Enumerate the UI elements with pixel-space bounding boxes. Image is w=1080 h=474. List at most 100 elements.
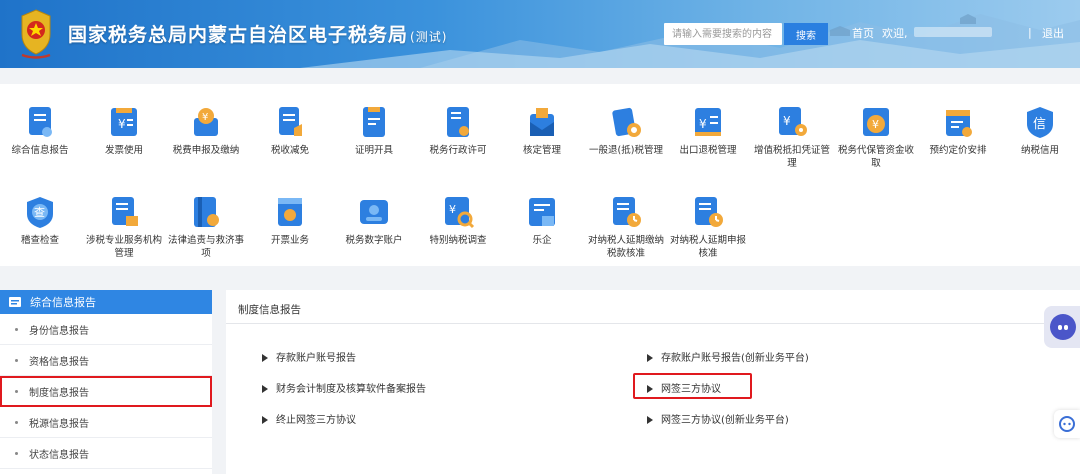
- link-label: 财务会计制度及核算软件备案报告: [276, 384, 426, 395]
- nav-item-label: 开票业务: [270, 235, 309, 246]
- nav-item-label: 乐企: [532, 235, 552, 246]
- service-icon-grid: 综合信息报告 ¥ 发票使用 ¥ 税费申报及缴纳 税收减免 证明开具 税务行政许可…: [0, 84, 1080, 266]
- site-title: 国家税务总局内蒙古自治区电子税务局 (测试): [68, 20, 447, 47]
- svg-text:¥: ¥: [872, 118, 879, 131]
- special-investigation-icon: ¥: [445, 197, 475, 229]
- license-icon: [447, 107, 469, 137]
- sidebar-item-tax-source-report[interactable]: 税源信息报告: [0, 407, 212, 438]
- nav-item-label: 涉税专业服务机构管理: [85, 235, 162, 259]
- nav-item-vat-deduction[interactable]: ¥ 增值税抵扣凭证管理: [752, 104, 832, 170]
- link-terminate-tripartite-agreement[interactable]: 终止网签三方协议: [262, 411, 356, 426]
- report-folder-icon: [9, 297, 21, 307]
- link-label: 终止网签三方协议: [276, 415, 356, 426]
- nav-item-label: 对纳税人延期申报核准: [669, 235, 746, 259]
- sidebar-item-qualification-report[interactable]: 资格信息报告: [0, 345, 212, 376]
- nav-item-label: 核定管理: [522, 145, 561, 156]
- nav-item-invoicing[interactable]: 开票业务: [250, 194, 330, 247]
- svg-text:¥: ¥: [699, 117, 707, 131]
- svg-text:信: 信: [1033, 117, 1046, 132]
- content-title: 制度信息报告: [238, 304, 301, 316]
- nav-item-label: 一般退(抵)税管理: [589, 145, 663, 156]
- nav-item-invoice[interactable]: ¥ 发票使用: [84, 104, 164, 157]
- help-button[interactable]: [1054, 410, 1080, 438]
- link-accounting-system-filing[interactable]: 财务会计制度及核算软件备案报告: [262, 380, 426, 395]
- nav-item-label: 税收减免: [270, 145, 309, 156]
- nav-item-custody-fund[interactable]: ¥ 税务代保管资金收取: [836, 104, 916, 170]
- agency-icon: [112, 197, 138, 226]
- svg-text:¥: ¥: [783, 114, 791, 128]
- svg-text:¥: ¥: [202, 112, 208, 123]
- sidebar: 综合信息报告 身份信息报告 资格信息报告 制度信息报告 税源信息报告 状态信息报…: [0, 290, 212, 474]
- nav-item-deferred-filing[interactable]: 对纳税人延期申报核准: [668, 194, 748, 260]
- vat-deduction-icon: ¥: [779, 107, 807, 136]
- credit-icon: 信: [1027, 107, 1053, 138]
- link-label: 存款账户账号报告(创新业务平台): [661, 353, 809, 364]
- nav-item-inspection[interactable]: 查 稽查检查: [0, 194, 80, 247]
- sidebar-heading[interactable]: 综合信息报告: [0, 290, 212, 314]
- inspection-icon: 查: [27, 197, 53, 228]
- header-separator: |: [1028, 26, 1032, 39]
- site-title-text: 国家税务总局内蒙古自治区电子税务局: [68, 24, 409, 46]
- assessment-icon: [530, 108, 554, 136]
- link-label: 存款账户账号报告: [276, 353, 356, 364]
- nav-item-deferred-payment[interactable]: 对纳税人延期缴纳税款核准: [586, 194, 666, 260]
- site-header: 国家税务总局内蒙古自治区电子税务局(测试) 搜索 首页 欢迎, | 退出: [0, 0, 1080, 68]
- invoicing-icon: [278, 198, 302, 226]
- sidebar-item-system-report[interactable]: 制度信息报告: [0, 376, 212, 407]
- nav-item-digital-account[interactable]: 税务数字账户: [334, 194, 414, 247]
- enterprise-icon: [529, 198, 555, 226]
- custody-fund-icon: ¥: [863, 108, 889, 136]
- nav-item-label: 出口退税管理: [679, 145, 737, 156]
- nav-item-label: 稽查检查: [20, 235, 59, 246]
- search-input[interactable]: [664, 23, 782, 45]
- nav-item-certificate[interactable]: 证明开具: [334, 104, 414, 157]
- welcome-text: 欢迎,: [882, 27, 908, 40]
- arrow-right-icon: [262, 416, 268, 424]
- nav-item-export-refund[interactable]: ¥ 出口退税管理: [668, 104, 748, 157]
- nav-item-label: 法律追责与救济事项: [167, 235, 244, 259]
- search-button[interactable]: 搜索: [784, 23, 828, 45]
- nav-item-legal[interactable]: 法律追责与救济事项: [166, 194, 246, 260]
- svg-text:¥: ¥: [118, 117, 126, 131]
- sidebar-item-status-report[interactable]: 状态信息报告: [0, 438, 212, 469]
- pricing-icon: [946, 110, 972, 137]
- content-divider: [226, 323, 1080, 324]
- nav-item-credit[interactable]: 信 纳税信用: [1000, 104, 1080, 157]
- home-link[interactable]: 首页: [852, 25, 874, 41]
- certificate-icon: [363, 107, 385, 137]
- masked-username: [914, 27, 992, 37]
- nav-item-refund[interactable]: 一般退(抵)税管理: [586, 104, 666, 157]
- nav-item-label: 对纳税人延期缴纳税款核准: [587, 235, 664, 259]
- link-deposit-account-report-innovation[interactable]: 存款账户账号报告(创新业务平台): [647, 349, 809, 364]
- help-chat-icon: [1059, 416, 1075, 432]
- nav-item-enterprise[interactable]: 乐企: [502, 194, 582, 247]
- nav-item-label: 税务行政许可: [429, 145, 487, 156]
- link-tripartite-agreement-innovation[interactable]: 网签三方协议(创新业务平台): [647, 411, 789, 426]
- content-panel: 制度信息报告 存款账户账号报告 存款账户账号报告(创新业务平台) 财务会计制度及…: [226, 290, 1080, 474]
- arrow-right-icon: [262, 385, 268, 393]
- nav-item-pricing[interactable]: 预约定价安排: [918, 104, 998, 157]
- logout-link[interactable]: 退出: [1042, 25, 1064, 41]
- sidebar-item-label: 制度信息报告: [29, 387, 89, 399]
- nav-item-license[interactable]: 税务行政许可: [418, 104, 498, 157]
- nav-item-agency[interactable]: 涉税专业服务机构管理: [84, 194, 164, 260]
- nav-item-label: 税费申报及缴纳: [172, 145, 240, 156]
- link-deposit-account-report[interactable]: 存款账户账号报告: [262, 349, 356, 364]
- sidebar-item-label: 资格信息报告: [29, 356, 89, 368]
- online-chat-button[interactable]: [1044, 306, 1080, 348]
- nav-item-tax-payment[interactable]: ¥ 税费申报及缴纳: [166, 104, 246, 157]
- sidebar-item-label: 身份信息报告: [29, 325, 89, 337]
- nav-item-label: 增值税抵扣凭证管理: [753, 145, 830, 169]
- highlight-box: [633, 373, 752, 399]
- tax-payment-icon: ¥: [194, 108, 218, 136]
- nav-item-info-report[interactable]: 综合信息报告: [0, 104, 80, 157]
- svg-text:查: 查: [34, 205, 45, 219]
- nav-item-special-investigation[interactable]: ¥ 特别纳税调查: [418, 194, 498, 247]
- sidebar-item-identity-report[interactable]: 身份信息报告: [0, 314, 212, 345]
- nav-item-assessment[interactable]: 核定管理: [502, 104, 582, 157]
- nav-item-label: 纳税信用: [1020, 145, 1059, 156]
- sidebar-heading-label: 综合信息报告: [30, 296, 96, 309]
- arrow-right-icon: [647, 416, 653, 424]
- export-refund-icon: ¥: [695, 108, 721, 136]
- nav-item-tax-relief[interactable]: 税收减免: [250, 104, 330, 157]
